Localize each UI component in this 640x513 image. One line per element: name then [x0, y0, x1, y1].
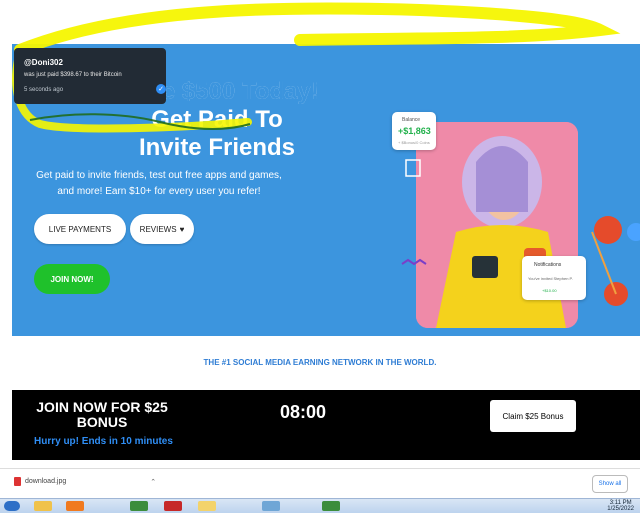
banner-hurry-text: Hurry up! Ends in 10 minutes: [34, 436, 173, 447]
show-all-button[interactable]: Show all: [592, 475, 628, 493]
toast-message: was just paid $398.67 to their Bitcoin: [24, 72, 122, 78]
chrome-active-icon[interactable]: [322, 501, 340, 511]
hero-subtitle: Get paid to invite friends, test out fre…: [36, 170, 282, 197]
windows-taskbar: 3:11 PM 1/25/2022: [0, 498, 640, 513]
notification-line: You've invited Stephen P.: [528, 276, 573, 281]
chrome-icon[interactable]: [130, 501, 148, 511]
promo-tagline: THE #1 SOCIAL MEDIA EARNING NETWORK IN T…: [203, 358, 437, 367]
toast-username: @Doni302: [24, 58, 63, 67]
folder-icon[interactable]: [198, 501, 216, 511]
pdf-icon[interactable]: [164, 501, 182, 511]
join-now-button[interactable]: JOIN NOW!: [34, 264, 110, 294]
system-clock: 3:11 PM 1/25/2022: [607, 500, 634, 512]
countdown-timer: 08:00: [280, 402, 327, 422]
explorer-icon[interactable]: [34, 501, 52, 511]
bonus-banner: JOIN NOW FOR $25 BONUS Hurry up! Ends in…: [12, 390, 640, 460]
clock-date: 1/25/2022: [607, 506, 634, 512]
download-filename: download.jpg: [25, 478, 67, 485]
balance-label: Balance: [402, 117, 421, 123]
top-strip: [0, 0, 640, 44]
notification-title: Notifications: [534, 262, 562, 268]
reviews-button[interactable]: REVIEWS ♥: [130, 214, 194, 244]
reviews-label: REVIEWS: [139, 224, 177, 234]
heart-icon: ♥: [179, 224, 185, 234]
payment-toast: @Doni302 was just paid $398.67 to their …: [14, 48, 166, 104]
start-button-icon[interactable]: [4, 501, 20, 511]
live-payments-label: LIVE PAYMENTS: [48, 224, 112, 234]
download-bar: download.jpg ⌃ Show all: [0, 468, 640, 499]
balance-card: Balance +$1,863 + $Bonus/0 Coins: [392, 112, 436, 150]
toast-time: 5 seconds ago: [24, 87, 64, 93]
banner-join-text: JOIN NOW FOR $25 BONUS: [36, 399, 168, 430]
hero-title-line3: Invite Friends: [138, 134, 296, 161]
download-item[interactable]: download.jpg ⌃: [14, 477, 156, 486]
image-file-icon: [14, 477, 21, 486]
notification-amount: +$10.00: [542, 288, 557, 293]
balance-amount: +$1,863: [398, 126, 431, 136]
hero-title-line2: Get Paid To: [151, 106, 283, 133]
live-payments-button[interactable]: LIVE PAYMENTS: [34, 214, 126, 244]
check-icon: ✓: [156, 84, 166, 94]
paint-icon[interactable]: [262, 501, 280, 511]
notification-card: Notifications You've invited Stephen P. …: [522, 256, 586, 300]
chevron-up-icon: ⌃: [150, 478, 157, 486]
balance-subline: + $Bonus/0 Coins: [398, 140, 430, 145]
firefox-icon[interactable]: [66, 501, 84, 511]
claim-bonus-button[interactable]: Claim $25 Bonus: [490, 400, 576, 432]
